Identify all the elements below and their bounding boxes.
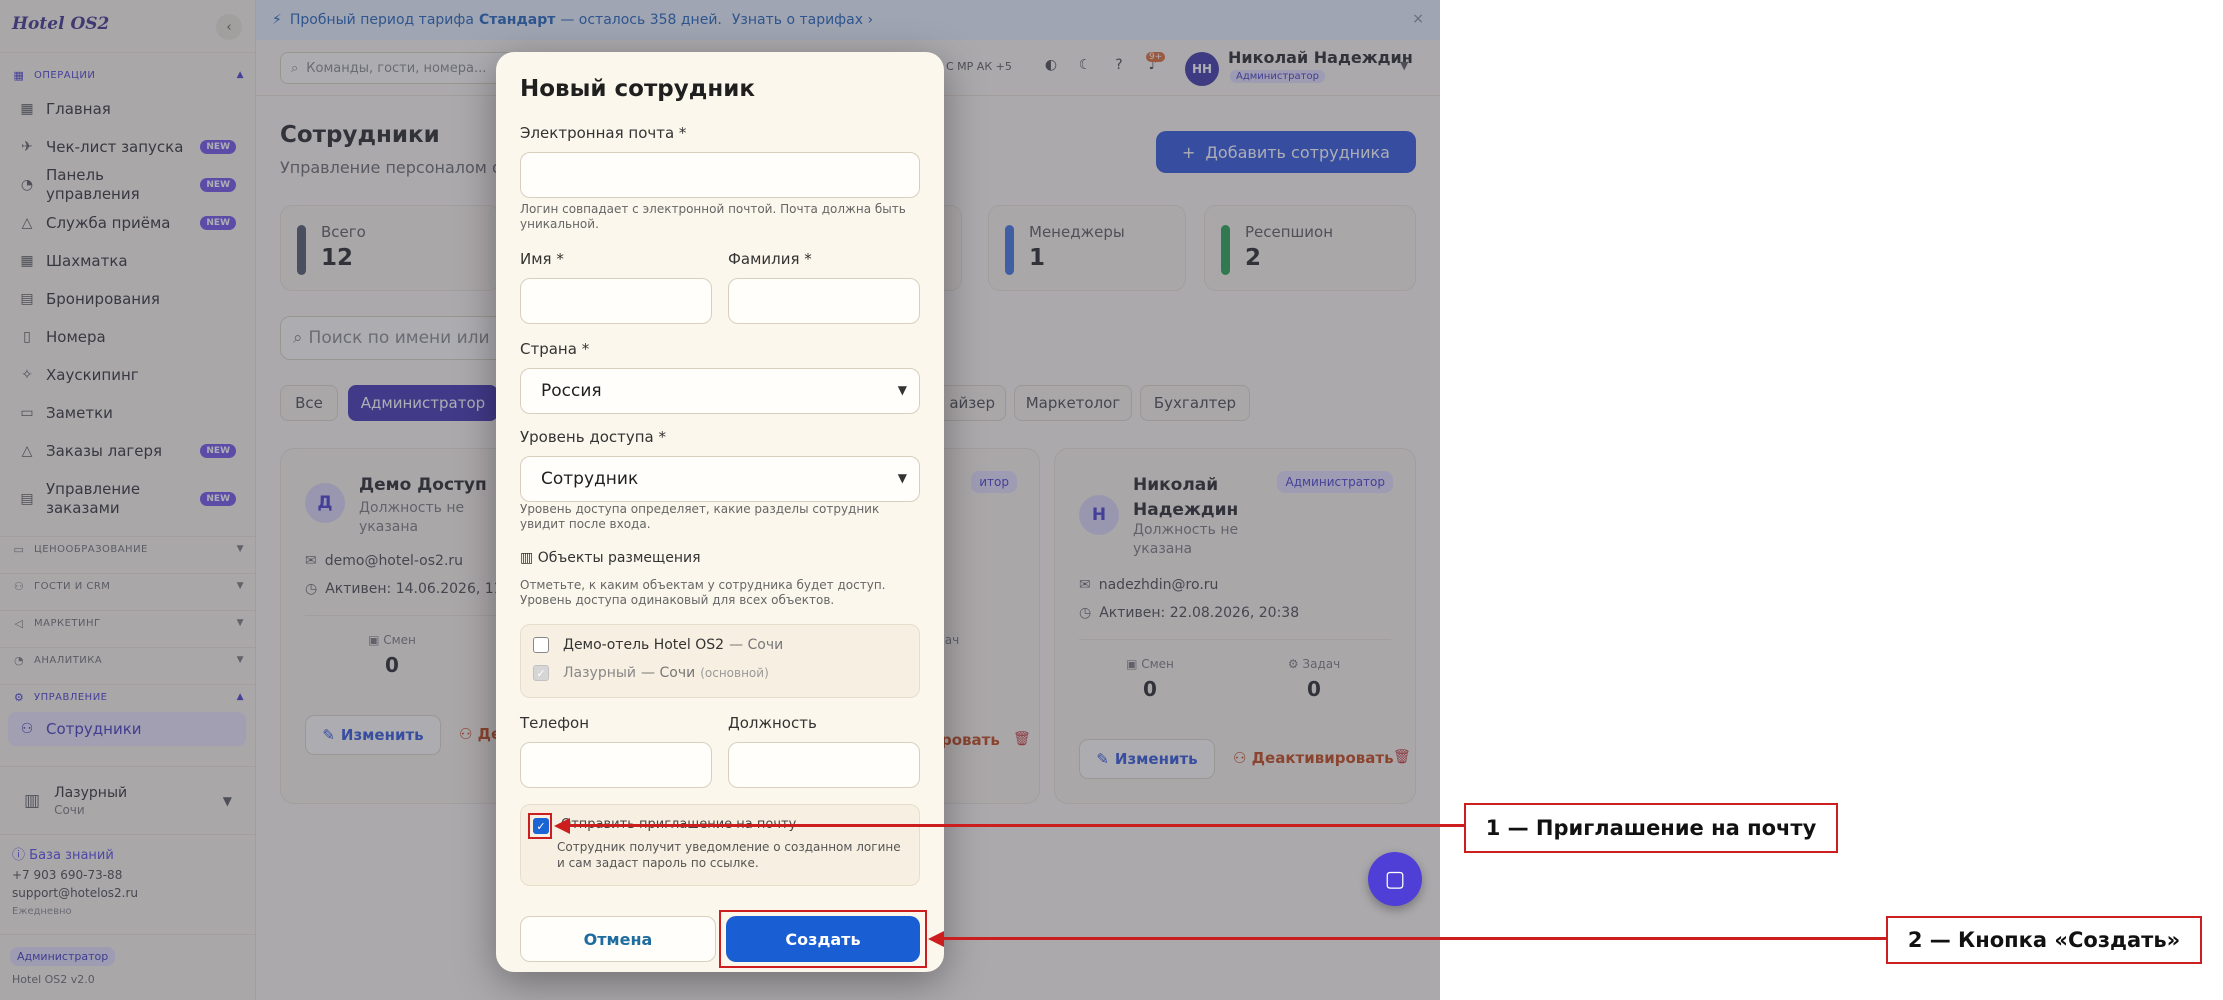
country-select[interactable]: Россия ▼	[520, 368, 920, 414]
email-field[interactable]	[520, 152, 920, 198]
access-level-select[interactable]: Сотрудник ▼	[520, 456, 920, 502]
object-city: — Сочи	[641, 665, 696, 681]
chat-button[interactable]: ▢	[1368, 852, 1422, 906]
position-field[interactable]	[728, 742, 920, 788]
callout-invite: 1 — Приглашение на почту	[1464, 803, 1838, 853]
chevron-down-icon: ▼	[897, 471, 907, 485]
building-icon: ▥	[520, 550, 538, 566]
object-option-lazurny: ✓ Лазурный — Сочи (основной)	[533, 665, 769, 681]
first-name-label: Имя *	[520, 250, 564, 268]
last-name-label: Фамилия *	[728, 250, 812, 268]
new-staff-dialog: Новый сотрудник Электронная почта * Логи…	[496, 52, 944, 972]
arrow-line	[568, 824, 1464, 827]
objects-help: Отметьте, к каким объектам у сотрудника …	[520, 578, 886, 607]
objects-title-text: Объекты размещения	[537, 550, 701, 566]
objects-list: Демо-отель Hotel OS2 — Сочи ✓ Лазурный —…	[520, 624, 920, 698]
dialog-title: Новый сотрудник	[520, 76, 755, 102]
object-name: Лазурный	[563, 665, 637, 681]
access-level-label: Уровень доступа *	[520, 428, 667, 446]
checkbox[interactable]	[533, 637, 549, 653]
position-label: Должность	[728, 714, 817, 732]
primary-tag: (основной)	[700, 666, 769, 680]
country-value: Россия	[541, 381, 602, 401]
chat-icon: ▢	[1384, 866, 1406, 892]
cancel-button[interactable]: Отмена	[520, 916, 716, 962]
callout-create: 2 — Кнопка «Создать»	[1886, 916, 2202, 964]
email-label: Электронная почта *	[520, 124, 687, 142]
object-city: — Сочи	[729, 637, 784, 653]
highlight-invite-checkbox	[528, 813, 552, 839]
invite-option: ✓ Отправить приглашение на почту Сотрудн…	[520, 804, 920, 886]
invite-help: Сотрудник получит уведомление о созданно…	[557, 840, 901, 870]
objects-title: ▥ Объекты размещения	[520, 550, 701, 566]
country-label: Страна *	[520, 340, 590, 358]
arrow-line	[942, 937, 1886, 940]
highlight-create-button	[719, 910, 927, 968]
checkbox-checked-disabled: ✓	[533, 665, 549, 681]
first-name-field[interactable]	[520, 278, 712, 324]
object-option-demo[interactable]: Демо-отель Hotel OS2 — Сочи	[533, 637, 783, 653]
access-level-help: Уровень доступа определяет, какие раздел…	[520, 502, 880, 531]
last-name-field[interactable]	[728, 278, 920, 324]
chevron-down-icon: ▼	[897, 383, 907, 397]
phone-field[interactable]	[520, 742, 712, 788]
access-level-value: Сотрудник	[541, 469, 639, 489]
object-name: Демо-отель Hotel OS2	[563, 637, 725, 653]
email-help: Логин совпадает с электронной почтой. По…	[520, 202, 906, 231]
phone-label: Телефон	[520, 714, 590, 732]
